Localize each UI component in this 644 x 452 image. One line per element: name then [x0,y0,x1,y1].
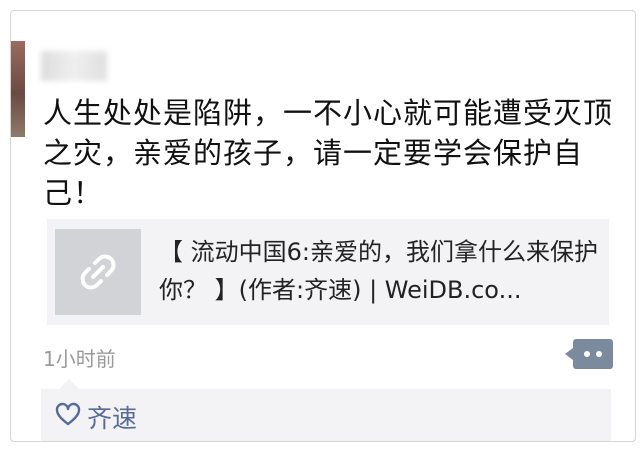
link-title: 【 流动中国6:亲爱的，我们拿什么来保护你？ 】(作者:齐速) | WeiDB.… [159,238,598,304]
link-thumbnail [55,229,141,315]
likes-section: 齐速 [41,379,611,441]
post-timestamp: 1小时前 [43,347,116,371]
liker-name[interactable]: 齐速 [87,399,137,435]
comment-dots-icon [596,351,602,357]
heart-outline-icon [55,402,81,426]
shared-link-card[interactable]: 【 流动中国6:亲爱的，我们拿什么来保护你？ 】(作者:齐速) | WeiDB.… [47,219,609,325]
comment-dots-icon [584,351,590,357]
comment-button[interactable] [565,339,613,369]
post-text: 人生处处是陷阱，一不小心就可能遭受灭顶之灾，亲爱的孩子，请一定要学会保护自己！ [43,96,614,210]
moment-card: 人生处处是陷阱，一不小心就可能遭受灭顶之灾，亲爱的孩子，请一定要学会保护自己！ … [10,10,636,442]
link-chain-icon [80,254,116,290]
avatar[interactable] [11,41,25,137]
username-blurred[interactable] [41,51,107,81]
